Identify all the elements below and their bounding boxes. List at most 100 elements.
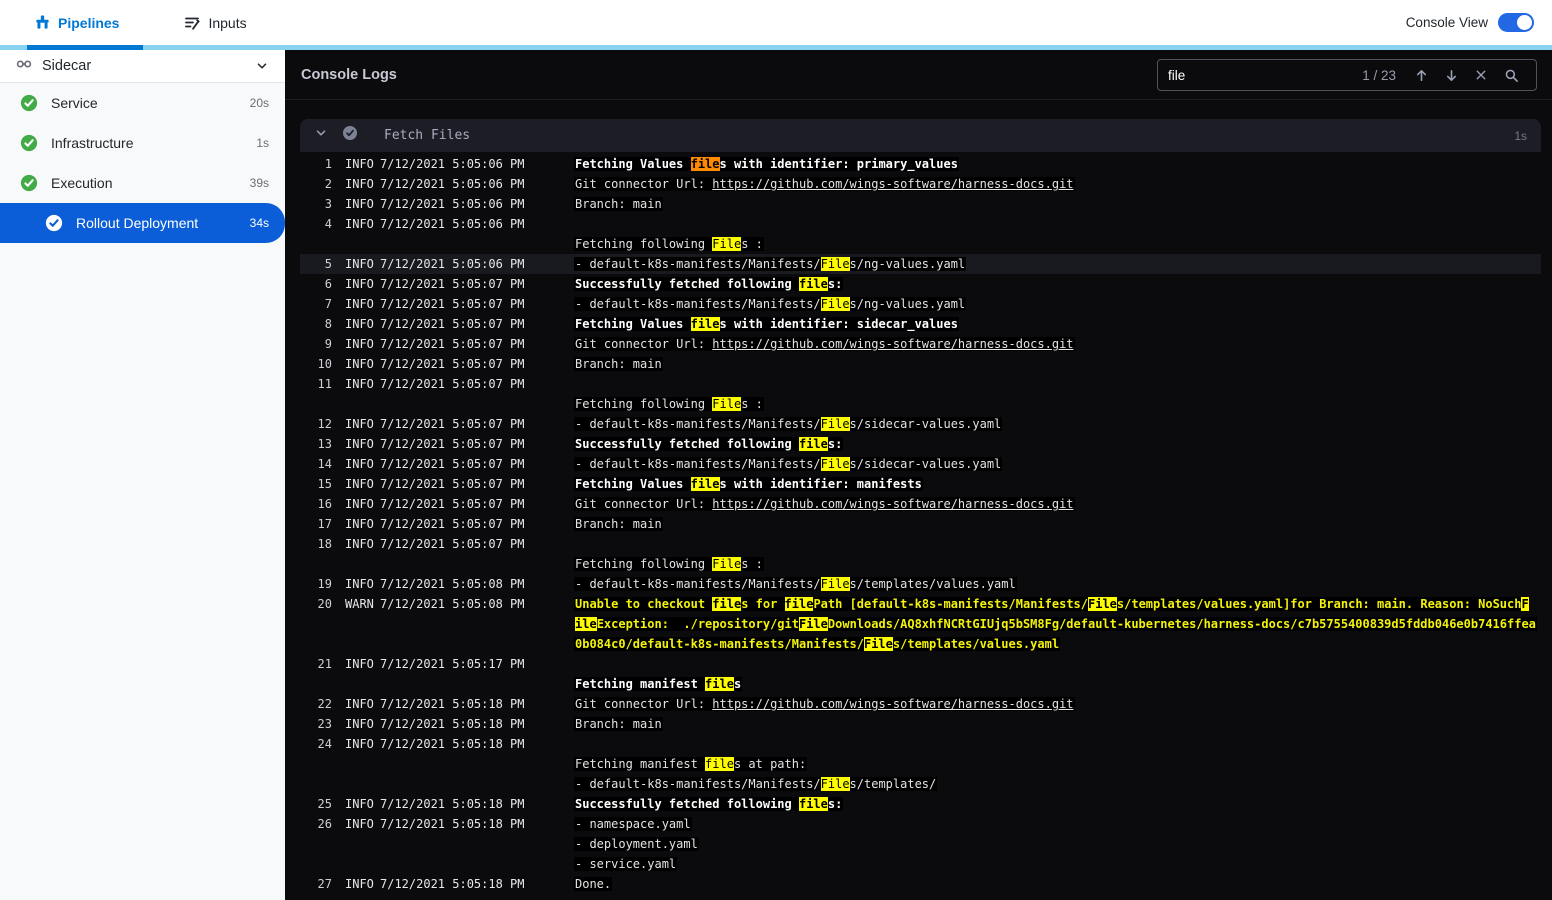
log-timestamp: 7/12/2021 5:05:07 PM: [380, 337, 525, 351]
log-message-text: - namespace.yaml: [574, 817, 692, 831]
log-section-header[interactable]: Fetch Files 1s: [300, 119, 1541, 152]
line-number: [300, 774, 332, 794]
chevron-down-icon[interactable]: [255, 59, 269, 73]
duration-badge: 39s: [249, 176, 269, 190]
log-message: 0b084c0/default-k8s-manifests/Manifests/…: [574, 634, 1061, 654]
line-number: 19: [317, 577, 332, 591]
log-message: Branch: main: [574, 514, 663, 534]
log-timestamp: [380, 234, 526, 254]
sidebar-item-rollout-deployment[interactable]: Rollout Deployment 34s: [0, 203, 285, 243]
log-timestamp: 7/12/2021 5:05:18 PM: [380, 797, 525, 811]
success-check-icon: [20, 134, 38, 152]
log-line: 23 INFO 7/12/2021 5:05:18 PM Branch: main: [300, 714, 1541, 734]
sidebar-items: Service 20s Infrastructure 1s Execution 39s Ro…: [0, 83, 285, 243]
search-match: file: [690, 317, 720, 331]
log-message-text: - default-k8s-manifests/Manifests/Files/…: [574, 777, 938, 791]
log-link[interactable]: https://github.com/wings-software/harnes…: [712, 497, 1073, 511]
sidebar-item-infrastructure[interactable]: Infrastructure 1s: [0, 123, 285, 163]
log-message-text: Done.: [574, 877, 613, 891]
log-timestamp: 7/12/2021 5:05:07 PM: [380, 437, 525, 451]
log-level: [345, 394, 378, 414]
success-check-icon: [20, 94, 38, 112]
console-view-toggle[interactable]: [1498, 13, 1534, 32]
log-level: WARN: [345, 597, 374, 611]
log-link[interactable]: https://github.com/wings-software/harnes…: [712, 177, 1073, 191]
search-counter: 1 / 23: [1362, 67, 1396, 83]
log-line: Fetching manifest files at path:: [300, 754, 1541, 774]
log-message: - default-k8s-manifests/Manifests/Files/…: [574, 574, 1017, 594]
search-icon[interactable]: [1496, 60, 1526, 90]
log-timestamp: [380, 634, 526, 654]
log-message-text: Git connector Url: https://github.com/wi…: [574, 697, 1075, 711]
next-match-icon[interactable]: [1436, 60, 1466, 90]
log-message-text: - default-k8s-manifests/Manifests/Files/…: [574, 257, 967, 271]
log-timestamp: [380, 554, 526, 574]
log-line: 0b084c0/default-k8s-manifests/Manifests/…: [300, 634, 1541, 654]
inputs-icon: [184, 15, 201, 31]
log-line: 4 INFO 7/12/2021 5:05:06 PM: [300, 214, 1541, 234]
log-message: - default-k8s-manifests/Manifests/Files/…: [574, 294, 967, 314]
log-message: Git connector Url: https://github.com/wi…: [574, 334, 1075, 354]
search-input[interactable]: [1168, 67, 1363, 83]
log-line: Fetching following Files :: [300, 234, 1541, 254]
log-level: INFO: [345, 417, 374, 431]
log-level: [345, 234, 378, 254]
sidebar-group-sidecar[interactable]: Sidecar: [0, 50, 285, 83]
clear-search-icon[interactable]: [1466, 60, 1496, 90]
log-line: 3 INFO 7/12/2021 5:05:06 PM Branch: main: [300, 194, 1541, 214]
search-match: ile: [575, 617, 597, 631]
log-timestamp: 7/12/2021 5:05:07 PM: [380, 517, 525, 531]
log-level: [345, 554, 378, 574]
log-timestamp: 7/12/2021 5:05:07 PM: [380, 497, 525, 511]
tab-pipelines[interactable]: Pipelines: [25, 0, 129, 45]
log-message-text: Branch: main: [574, 357, 663, 371]
search-match: File: [820, 777, 850, 791]
line-number: [300, 614, 332, 634]
log-timestamp: 7/12/2021 5:05:17 PM: [380, 657, 525, 671]
log-line: 10 INFO 7/12/2021 5:05:07 PM Branch: main: [300, 354, 1541, 374]
sidebar-item-service[interactable]: Service 20s: [0, 83, 285, 123]
log-line: 11 INFO 7/12/2021 5:05:07 PM: [300, 374, 1541, 394]
log-timestamp: 7/12/2021 5:05:06 PM: [380, 217, 525, 231]
log-message-text: Fetching following Files :: [574, 237, 764, 251]
log-message-text: Unable to checkout files for filePath [d…: [574, 597, 1530, 611]
success-check-icon: [45, 214, 63, 232]
log-link[interactable]: https://github.com/wings-software/harnes…: [712, 337, 1073, 351]
log-message: Fetching manifest files at path:: [574, 754, 808, 774]
log-line: 18 INFO 7/12/2021 5:05:07 PM: [300, 534, 1541, 554]
log-message: Branch: main: [574, 194, 663, 214]
log-timestamp: [380, 774, 526, 794]
log-link[interactable]: https://github.com/wings-software/harnes…: [712, 697, 1073, 711]
search-match: File: [820, 577, 850, 591]
log-message-text: Branch: main: [574, 717, 663, 731]
search-match: File: [820, 257, 850, 271]
log-timestamp: 7/12/2021 5:05:06 PM: [380, 157, 525, 171]
log-level: INFO: [345, 657, 374, 671]
log-timestamp: 7/12/2021 5:05:07 PM: [380, 357, 525, 371]
log-timestamp: 7/12/2021 5:05:06 PM: [380, 177, 525, 191]
line-number: 17: [317, 517, 332, 531]
log-line: 26 INFO 7/12/2021 5:05:18 PM - namespace.ya…: [300, 814, 1541, 834]
duration-badge: 20s: [249, 96, 269, 110]
search-match: File: [798, 617, 828, 631]
sidebar-item-execution[interactable]: Execution 39s: [0, 163, 285, 203]
log-message: Branch: main: [574, 714, 663, 734]
line-number: [300, 854, 332, 874]
log-line: 12 INFO 7/12/2021 5:05:07 PM - default-k8s-…: [300, 414, 1541, 434]
prev-match-icon[interactable]: [1406, 60, 1436, 90]
log-message: Fetching following Files :: [574, 234, 764, 254]
line-number: [300, 834, 332, 854]
line-number: 13: [317, 437, 332, 451]
log-timestamp: [380, 834, 526, 854]
log-timestamp: 7/12/2021 5:05:07 PM: [380, 377, 525, 391]
line-number: 15: [317, 477, 332, 491]
log-message: Git connector Url: https://github.com/wi…: [574, 694, 1075, 714]
log-level: INFO: [345, 157, 374, 171]
line-number: [300, 394, 332, 414]
collapse-chevron-icon[interactable]: [314, 126, 328, 145]
log-section-title: Fetch Files: [384, 128, 471, 143]
line-number: 14: [317, 457, 332, 471]
tab-inputs[interactable]: Inputs: [174, 0, 256, 45]
search-match: File: [712, 237, 742, 251]
log-line: 21 INFO 7/12/2021 5:05:17 PM: [300, 654, 1541, 674]
